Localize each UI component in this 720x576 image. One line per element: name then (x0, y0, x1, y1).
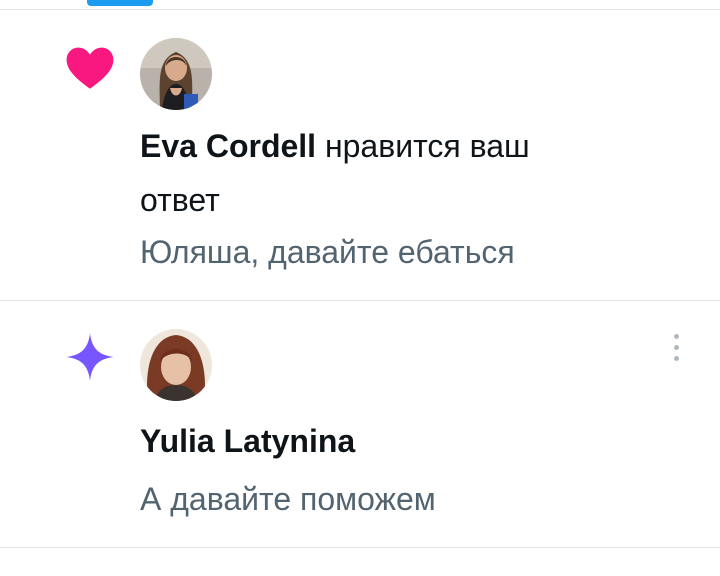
action-text-continuation: ответ (140, 182, 220, 218)
avatar[interactable] (140, 38, 212, 110)
notification-recommended[interactable]: Yulia Latynina А давайте поможем (0, 301, 720, 547)
notification-like[interactable]: Eva Cordell нравится ваш ответ Юляша, да… (0, 10, 720, 300)
sparkle-icon (64, 331, 116, 383)
reply-preview[interactable]: Юляша, давайте ебаться (140, 232, 515, 272)
action-text: нравится ваш (316, 128, 530, 164)
post-preview[interactable]: А давайте поможем (140, 479, 436, 519)
notification-text: Eva Cordell нравится ваш (140, 126, 530, 166)
user-name[interactable]: Yulia Latynina (140, 421, 355, 461)
divider (0, 547, 720, 548)
heart-icon (64, 42, 116, 94)
avatar[interactable] (140, 329, 212, 401)
active-tab-indicator (87, 0, 153, 6)
user-name[interactable]: Eva Cordell (140, 128, 316, 164)
more-vertical-icon[interactable] (662, 327, 690, 367)
